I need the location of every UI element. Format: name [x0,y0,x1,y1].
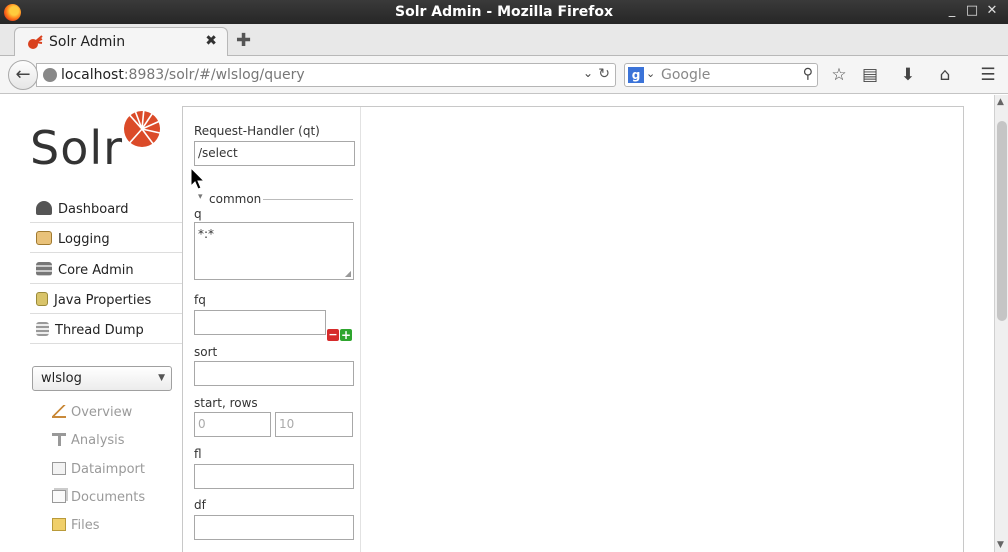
query-panel: Request-Handler (qt) /select ▾ common q … [182,106,964,552]
tab-solr-admin[interactable]: Solr Admin ✖ [14,27,228,57]
navigation-bar: localhost:8983/solr/#/wlslog/query ⌄ ↻ ←… [0,56,1008,94]
scroll-up-icon[interactable]: ▲ [997,97,1004,107]
sidebar-item-core-admin[interactable]: Core Admin [36,262,134,284]
analysis-icon [52,433,66,446]
search-input[interactable]: Google [661,67,710,83]
core-selector[interactable]: wlslog ▼ [32,366,172,391]
fl-input[interactable] [194,464,354,489]
thread-dump-icon [36,322,49,336]
rows-input[interactable]: 10 [275,412,353,437]
scroll-down-icon[interactable]: ▼ [997,540,1004,550]
solr-favicon-icon [28,35,43,49]
request-handler-input[interactable]: /select [194,141,355,166]
close-window-button[interactable]: ✕ [984,3,1000,18]
engine-dropdown-icon[interactable]: ⌄ [646,67,655,80]
url-history-dropdown-icon[interactable]: ⌄ [583,66,593,80]
menu-icon[interactable]: ☰ [978,65,998,85]
request-handler-label: Request-Handler (qt) [194,124,320,138]
window-title: Solr Admin - Mozilla Firefox [395,4,613,20]
q-value: *:* [198,227,215,241]
minimize-button[interactable]: _ [944,3,960,18]
search-binoculars-icon[interactable]: ⚲ [803,66,813,82]
core-item-analysis[interactable]: Analysis [52,433,182,455]
google-engine-icon[interactable]: g [628,67,644,83]
download-icon[interactable]: ⬇ [898,65,918,85]
url-bar[interactable]: localhost:8983/solr/#/wlslog/query ⌄ ↻ [36,63,616,87]
site-identity-icon[interactable] [43,68,57,82]
home-icon[interactable]: ⌂ [935,65,955,85]
documents-icon [52,490,66,503]
solr-logo[interactable]: Solr [30,105,170,175]
dashboard-icon [36,201,52,215]
logging-icon [36,231,52,245]
menu-divider [30,252,182,253]
back-button[interactable]: ← [8,60,38,90]
chevron-down-icon: ▼ [158,373,165,383]
core-item-overview[interactable]: Overview [52,405,182,427]
fq-input[interactable] [194,310,326,335]
tab-label: Solr Admin [49,34,126,50]
page-content: Solr Dashboard Logging Core Admin Java P… [0,95,994,552]
reload-icon[interactable]: ↻ [598,66,610,82]
solr-sun-icon [124,107,161,148]
query-form-divider [360,107,361,552]
sort-label: sort [194,345,218,359]
dataimport-icon [52,462,66,475]
df-input[interactable] [194,515,354,540]
fieldset-rule [263,199,353,200]
q-textarea[interactable]: *:* ◢ [194,222,354,280]
bookmark-star-icon[interactable]: ☆ [829,65,849,85]
core-item-documents[interactable]: Documents [52,490,182,512]
menu-divider [30,343,182,344]
start-rows-label: start, rows [194,396,258,410]
core-item-files[interactable]: Files [52,518,182,540]
core-selector-value: wlslog [41,371,82,386]
fq-label: fq [194,293,206,307]
fieldset-common-legend[interactable]: common [209,192,261,206]
df-label: df [194,498,206,512]
url-text[interactable]: localhost:8983/solr/#/wlslog/query [61,67,305,83]
core-item-dataimport[interactable]: Dataimport [52,462,182,484]
scrollbar-thumb[interactable] [997,121,1007,321]
search-bar[interactable]: g ⌄ Google ⚲ [624,63,818,87]
sidebar-item-dashboard[interactable]: Dashboard [36,201,129,223]
add-fq-button[interactable]: + [340,329,352,341]
sidebar-item-thread-dump[interactable]: Thread Dump [36,322,144,344]
mouse-cursor-icon [190,167,206,190]
collapse-arrow-icon[interactable]: ▾ [198,192,203,202]
menu-divider [30,222,182,223]
window-titlebar: Solr Admin - Mozilla Firefox _ □ ✕ [0,0,1008,24]
menu-divider [30,313,182,314]
remove-fq-button[interactable]: − [327,329,339,341]
resize-grip-icon[interactable]: ◢ [345,269,351,278]
overview-icon [52,405,66,418]
logo-text: Solr [30,121,124,175]
sort-input[interactable] [194,361,354,386]
core-admin-icon [36,262,52,276]
sidebar-item-java-properties[interactable]: Java Properties [36,292,151,314]
page-scrollbar[interactable]: ▲ ▼ [994,95,1008,552]
java-properties-icon [36,292,48,306]
start-input[interactable]: 0 [194,412,271,437]
menu-divider [30,283,182,284]
fl-label: fl [194,447,202,461]
sidebar-item-logging[interactable]: Logging [36,231,110,253]
tab-strip: Solr Admin ✖ ✚ [0,24,1008,57]
maximize-button[interactable]: □ [964,3,980,18]
tab-close-icon[interactable]: ✖ [205,33,217,49]
new-tab-button[interactable]: ✚ [236,30,251,51]
q-label: q [194,207,202,221]
files-icon [52,518,66,531]
reading-list-icon[interactable]: ▤ [860,65,880,85]
